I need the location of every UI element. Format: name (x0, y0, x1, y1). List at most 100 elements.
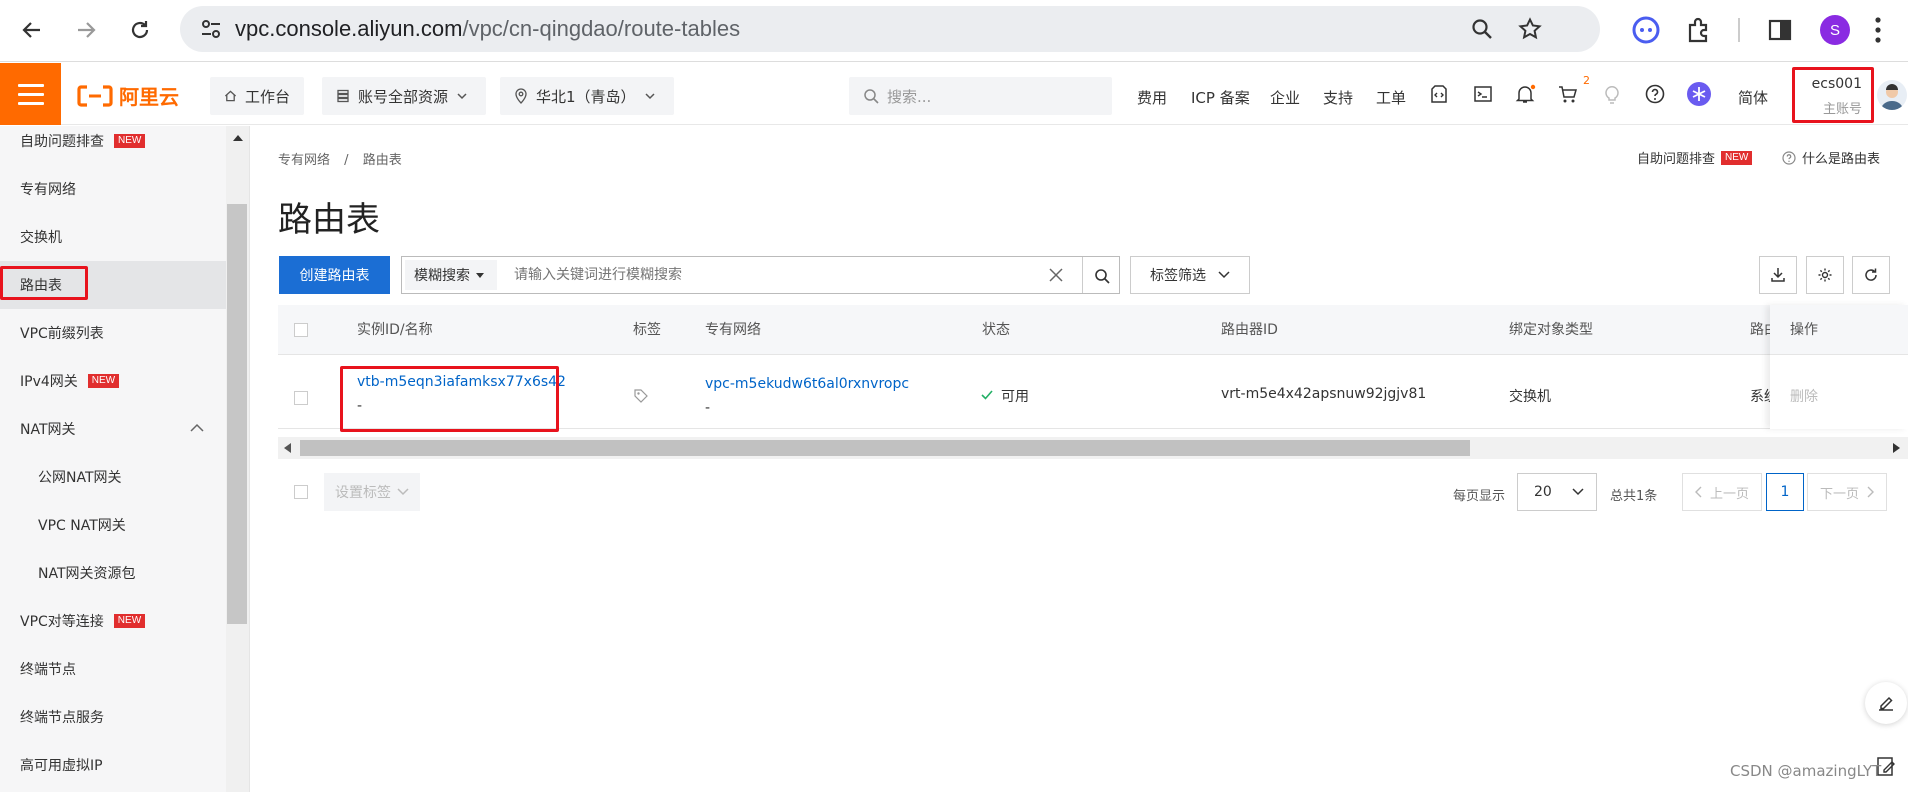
sidebar-item-label: 终端节点 (20, 662, 76, 678)
what-is-route-table-link[interactable]: 什么是路由表 (1782, 148, 1880, 167)
header-link-billing[interactable]: 费用 (1137, 87, 1167, 108)
sidebar-item-nat-package[interactable]: NAT网关资源包 (0, 549, 226, 597)
sidebar-item-public-nat[interactable]: 公网NAT网关 (0, 453, 226, 501)
aliyun-logo[interactable]: 阿里云 (77, 81, 179, 110)
sidebar-item-prefix-lists[interactable]: VPC前缀列表 (0, 309, 226, 357)
resource-stack-icon (337, 89, 349, 103)
prev-page-button[interactable]: 上一页 (1682, 473, 1762, 511)
help-question-icon[interactable] (1644, 83, 1666, 105)
sidebar-item-nat-gateway[interactable]: NAT网关 (0, 405, 226, 453)
scroll-up-arrow-icon[interactable] (232, 134, 244, 142)
per-page-value: 20 (1534, 484, 1552, 500)
cloud-shell-icon[interactable] (1472, 83, 1494, 105)
tag-filter-button[interactable]: 标签筛选 (1130, 256, 1250, 294)
scroll-right-arrow-icon[interactable] (1892, 443, 1900, 453)
url-host: vpc.console.aliyun.com (235, 16, 463, 41)
chevron-down-icon (645, 93, 655, 100)
reload-icon (131, 21, 149, 39)
sidebar-item-vswitch[interactable]: 交换机 (0, 213, 226, 261)
region-select[interactable]: 华北1（青岛） (500, 77, 674, 115)
console-search-input[interactable]: 搜索... (849, 77, 1112, 115)
keyword-search-input[interactable] (514, 263, 934, 287)
refresh-button[interactable] (1852, 256, 1890, 294)
account-highlight-box (1792, 67, 1874, 123)
extension-copilot-icon[interactable] (1632, 16, 1660, 44)
column-header-router-id: 路由器ID (1221, 322, 1278, 338)
set-tags-button[interactable]: 设置标签 (324, 473, 420, 511)
header-link-ticket[interactable]: 工单 (1376, 87, 1406, 108)
route-type: 系统 (1750, 389, 1772, 405)
bookmark-star-icon[interactable] (1518, 17, 1542, 41)
api-icon[interactable] (1428, 83, 1450, 105)
status-text: 可用 (1001, 389, 1029, 405)
search-mode-select[interactable]: 模糊搜索 (405, 260, 497, 290)
extensions-puzzle-icon[interactable] (1685, 16, 1713, 44)
language-switch[interactable]: 简体 (1738, 87, 1768, 108)
create-route-table-button[interactable]: 创建路由表 (279, 256, 390, 294)
header-link-support[interactable]: 支持 (1323, 87, 1353, 108)
sidebar-item-endpoints[interactable]: 终端节点 (0, 645, 226, 693)
select-all-checkbox[interactable] (294, 323, 308, 337)
forward-button[interactable] (68, 12, 104, 48)
search-icon[interactable] (1094, 268, 1110, 284)
feedback-button[interactable] (1865, 682, 1907, 724)
notification-bell-icon[interactable] (1514, 83, 1536, 105)
shopping-cart-icon[interactable] (1557, 83, 1579, 105)
side-panel-icon[interactable] (1767, 17, 1793, 43)
back-button[interactable] (14, 12, 50, 48)
site-settings-icon[interactable] (200, 19, 222, 39)
resource-group-select[interactable]: 账号全部资源 (322, 77, 486, 115)
sidebar-item-label: 公网NAT网关 (38, 470, 122, 486)
header-link-icp[interactable]: ICP 备案 (1191, 87, 1250, 108)
delete-action[interactable]: 删除 (1790, 386, 1818, 406)
forward-arrow-icon (78, 22, 96, 38)
page-1-button[interactable]: 1 (1766, 473, 1804, 511)
zoom-icon[interactable] (1470, 17, 1494, 41)
lightbulb-icon[interactable] (1601, 83, 1623, 105)
export-button[interactable] (1759, 256, 1797, 294)
browser-menu-icon[interactable] (1874, 15, 1882, 45)
sidebar-item-label: VPC对等连接 (20, 614, 104, 630)
sidebar-item-havip[interactable]: 高可用虚拟IP (0, 741, 226, 789)
address-bar[interactable]: vpc.console.aliyun.com/vpc/cn-qingdao/ro… (180, 6, 1600, 52)
breadcrumb: 专有网络 / 路由表 (278, 149, 402, 168)
table-horizontal-scrollbar[interactable] (278, 437, 1908, 459)
per-page-select[interactable]: 20 (1517, 473, 1597, 511)
next-page-label: 下一页 (1819, 486, 1859, 502)
sidebar-scrollbar-thumb[interactable] (227, 204, 247, 624)
sidebar-item-endpoint-services[interactable]: 终端节点服务 (0, 693, 226, 741)
column-header-action: 操作 (1790, 322, 1818, 338)
user-avatar[interactable] (1877, 80, 1907, 110)
header-link-enterprise[interactable]: 企业 (1270, 87, 1300, 108)
ai-assistant-icon[interactable] (1686, 81, 1712, 107)
next-page-button[interactable]: 下一页 (1807, 473, 1887, 511)
tag-icon[interactable] (633, 388, 649, 404)
workbench-button[interactable]: 工作台 (210, 77, 304, 115)
sidebar-item-vpc-nat[interactable]: VPC NAT网关 (0, 501, 226, 549)
column-settings-button[interactable] (1806, 256, 1844, 294)
vpc-id-link[interactable]: vpc-m5ekudw6t6al0rxnvropc (705, 376, 909, 392)
footer-select-all-checkbox[interactable] (294, 485, 308, 499)
clear-search-icon[interactable] (1049, 268, 1063, 282)
new-badge: NEW (87, 374, 120, 388)
back-arrow-icon (22, 22, 40, 38)
cart-count-badge: 2 (1583, 74, 1590, 87)
profile-avatar[interactable]: S (1820, 15, 1850, 45)
sidebar-item-ipv4-gateway[interactable]: IPv4网关 NEW (0, 357, 226, 405)
url-path: /vpc/cn-qingdao/route-tables (462, 16, 741, 41)
check-icon (981, 390, 993, 400)
scroll-left-arrow-icon[interactable] (284, 443, 292, 453)
watermark: CSDN @amazingLYT (1730, 762, 1882, 780)
hamburger-menu-button[interactable] (0, 63, 61, 125)
row-checkbox[interactable] (294, 391, 308, 405)
new-badge: NEW (114, 134, 146, 148)
self-check-link[interactable]: 自助问题排查 NEW (1637, 148, 1753, 167)
horizontal-scrollbar-thumb[interactable] (300, 440, 1470, 456)
breadcrumb-separator: / (344, 153, 349, 168)
breadcrumb-root[interactable]: 专有网络 (278, 153, 330, 168)
sidebar-item-label: NAT网关 (20, 422, 76, 438)
sidebar-item-self-check[interactable]: 自助问题排查 NEW (0, 126, 226, 165)
sidebar-item-vpc[interactable]: 专有网络 (0, 165, 226, 213)
reload-button[interactable] (122, 12, 158, 48)
sidebar-item-vpc-peering[interactable]: VPC对等连接 NEW (0, 597, 226, 645)
